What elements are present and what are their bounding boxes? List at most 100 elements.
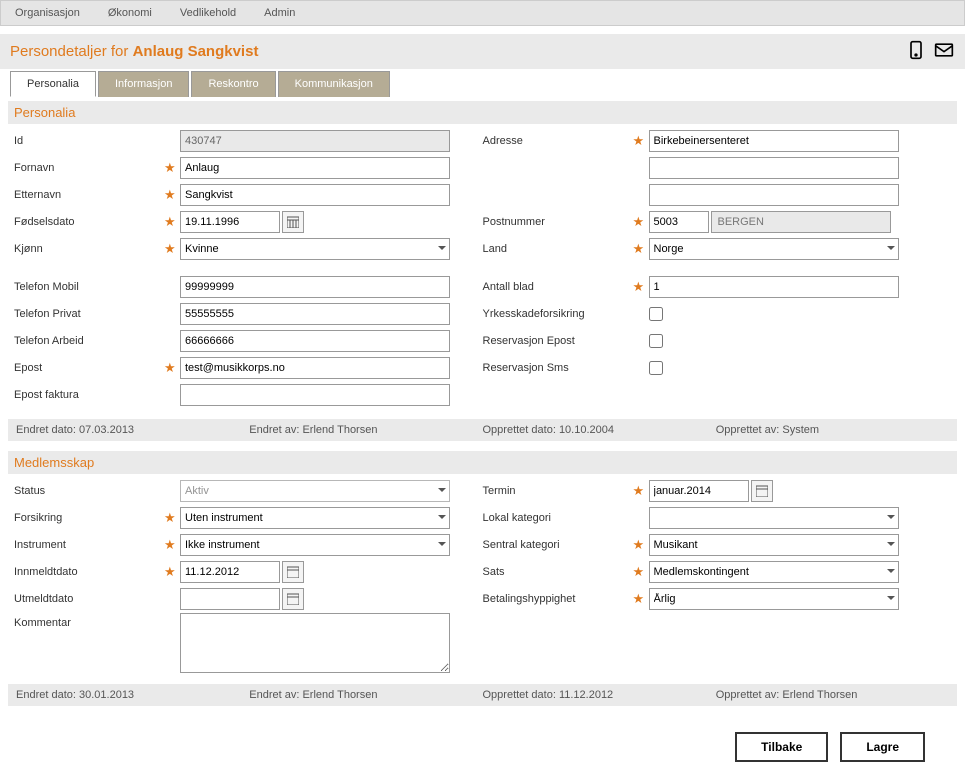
betaling-select[interactable]: Årlig <box>649 588 899 610</box>
label-epost-faktura: Epost faktura <box>14 389 164 401</box>
personalia-meta: Endret dato: 07.03.2013 Endret av: Erlen… <box>8 419 957 441</box>
required-icon: ★ <box>633 279 649 295</box>
page-title: Persondetaljer for Anlaug Sangkvist <box>10 43 258 60</box>
mail-icon[interactable] <box>933 40 955 63</box>
label-betaling: Betalingshyppighet <box>483 593 633 605</box>
label-sats: Sats <box>483 566 633 578</box>
required-icon: ★ <box>633 483 649 499</box>
label-antall-blad: Antall blad <box>483 281 633 293</box>
section-personalia-title: Personalia <box>8 101 957 124</box>
menu-organisasjon[interactable]: Organisasjon <box>1 1 94 25</box>
tab-informasjon[interactable]: Informasjon <box>98 71 189 97</box>
page-header: Persondetaljer for Anlaug Sangkvist <box>0 34 965 69</box>
yrkesskade-checkbox[interactable] <box>649 307 663 321</box>
label-fodselsdato: Fødselsdato <box>14 216 164 228</box>
tel-privat-field[interactable] <box>180 303 450 325</box>
label-tel-arbeid: Telefon Arbeid <box>14 335 164 347</box>
back-button[interactable]: Tilbake <box>735 732 828 762</box>
required-icon: ★ <box>164 214 180 230</box>
termin-field[interactable] <box>649 480 749 502</box>
label-postnummer: Postnummer <box>483 216 633 228</box>
required-icon: ★ <box>164 360 180 376</box>
label-epost: Epost <box>14 362 164 374</box>
label-lokal-kat: Lokal kategori <box>483 512 633 524</box>
required-icon: ★ <box>164 160 180 176</box>
post-city-display: BERGEN <box>711 211 891 233</box>
adresse1-field[interactable] <box>649 130 899 152</box>
lokal-kat-select[interactable] <box>649 507 899 529</box>
tabs: Personalia Informasjon Reskontro Kommuni… <box>10 71 965 97</box>
tab-kommunikasjon[interactable]: Kommunikasjon <box>278 71 390 97</box>
fornavn-field[interactable] <box>180 157 450 179</box>
kommentar-field[interactable] <box>180 613 450 673</box>
required-icon: ★ <box>164 187 180 203</box>
res-sms-checkbox[interactable] <box>649 361 663 375</box>
save-button[interactable]: Lagre <box>840 732 925 762</box>
phone-icon[interactable] <box>905 40 927 63</box>
calendar-icon[interactable] <box>282 561 304 583</box>
label-adresse: Adresse <box>483 135 633 147</box>
label-kjonn: Kjønn <box>14 243 164 255</box>
label-land: Land <box>483 243 633 255</box>
medlemsskap-meta: Endret dato: 30.01.2013 Endret av: Erlen… <box>8 684 957 706</box>
sentral-kat-select[interactable]: Musikant <box>649 534 899 556</box>
page-title-name: Anlaug Sangkvist <box>133 43 259 60</box>
adresse3-field[interactable] <box>649 184 899 206</box>
required-icon: ★ <box>164 564 180 580</box>
label-id: Id <box>14 135 164 147</box>
menu-okonomi[interactable]: Økonomi <box>94 1 166 25</box>
etternavn-field[interactable] <box>180 184 450 206</box>
postnummer-field[interactable] <box>649 211 709 233</box>
calendar-icon[interactable] <box>282 211 304 233</box>
land-select[interactable]: Norge <box>649 238 899 260</box>
fodselsdato-field[interactable] <box>180 211 280 233</box>
label-termin: Termin <box>483 485 633 497</box>
label-tel-privat: Telefon Privat <box>14 308 164 320</box>
label-kommentar: Kommentar <box>14 613 164 629</box>
label-forsikring: Forsikring <box>14 512 164 524</box>
section-medlemsskap-title: Medlemsskap <box>8 451 957 474</box>
label-res-sms: Reservasjon Sms <box>483 362 633 374</box>
required-icon: ★ <box>633 537 649 553</box>
forsikring-select[interactable]: Uten instrument <box>180 507 450 529</box>
required-icon: ★ <box>633 564 649 580</box>
innmeldt-field[interactable] <box>180 561 280 583</box>
label-instrument: Instrument <box>14 539 164 551</box>
res-epost-checkbox[interactable] <box>649 334 663 348</box>
kjonn-select[interactable]: Kvinne <box>180 238 450 260</box>
label-sentral-kat: Sentral kategori <box>483 539 633 551</box>
required-icon: ★ <box>164 241 180 257</box>
calendar-icon[interactable] <box>282 588 304 610</box>
adresse2-field[interactable] <box>649 157 899 179</box>
label-tel-mobil: Telefon Mobil <box>14 281 164 293</box>
tab-reskontro[interactable]: Reskontro <box>191 71 275 97</box>
menu-vedlikehold[interactable]: Vedlikehold <box>166 1 250 25</box>
main-menu: Organisasjon Økonomi Vedlikehold Admin <box>0 0 965 26</box>
antall-blad-field[interactable] <box>649 276 899 298</box>
label-innmeldt: Innmeldtdato <box>14 566 164 578</box>
required-icon: ★ <box>633 591 649 607</box>
calendar-icon[interactable] <box>751 480 773 502</box>
sats-select[interactable]: Medlemskontingent <box>649 561 899 583</box>
required-icon: ★ <box>164 510 180 526</box>
tel-arbeid-field[interactable] <box>180 330 450 352</box>
instrument-select[interactable]: Ikke instrument <box>180 534 450 556</box>
label-status: Status <box>14 485 164 497</box>
label-utmeldt: Utmeldtdato <box>14 593 164 605</box>
label-etternavn: Etternavn <box>14 189 164 201</box>
required-icon: ★ <box>633 241 649 257</box>
label-yrkesskade: Yrkesskadeforsikring <box>483 308 633 320</box>
menu-admin[interactable]: Admin <box>250 1 309 25</box>
utmeldt-field[interactable] <box>180 588 280 610</box>
tab-personalia[interactable]: Personalia <box>10 71 96 97</box>
required-icon: ★ <box>633 133 649 149</box>
tel-mobil-field[interactable] <box>180 276 450 298</box>
status-select: Aktiv <box>180 480 450 502</box>
id-field <box>180 130 450 152</box>
epost-field[interactable] <box>180 357 450 379</box>
label-res-epost: Reservasjon Epost <box>483 335 633 347</box>
page-title-prefix: Persondetaljer for <box>10 43 133 60</box>
label-fornavn: Fornavn <box>14 162 164 174</box>
required-icon: ★ <box>164 537 180 553</box>
epost-faktura-field[interactable] <box>180 384 450 406</box>
